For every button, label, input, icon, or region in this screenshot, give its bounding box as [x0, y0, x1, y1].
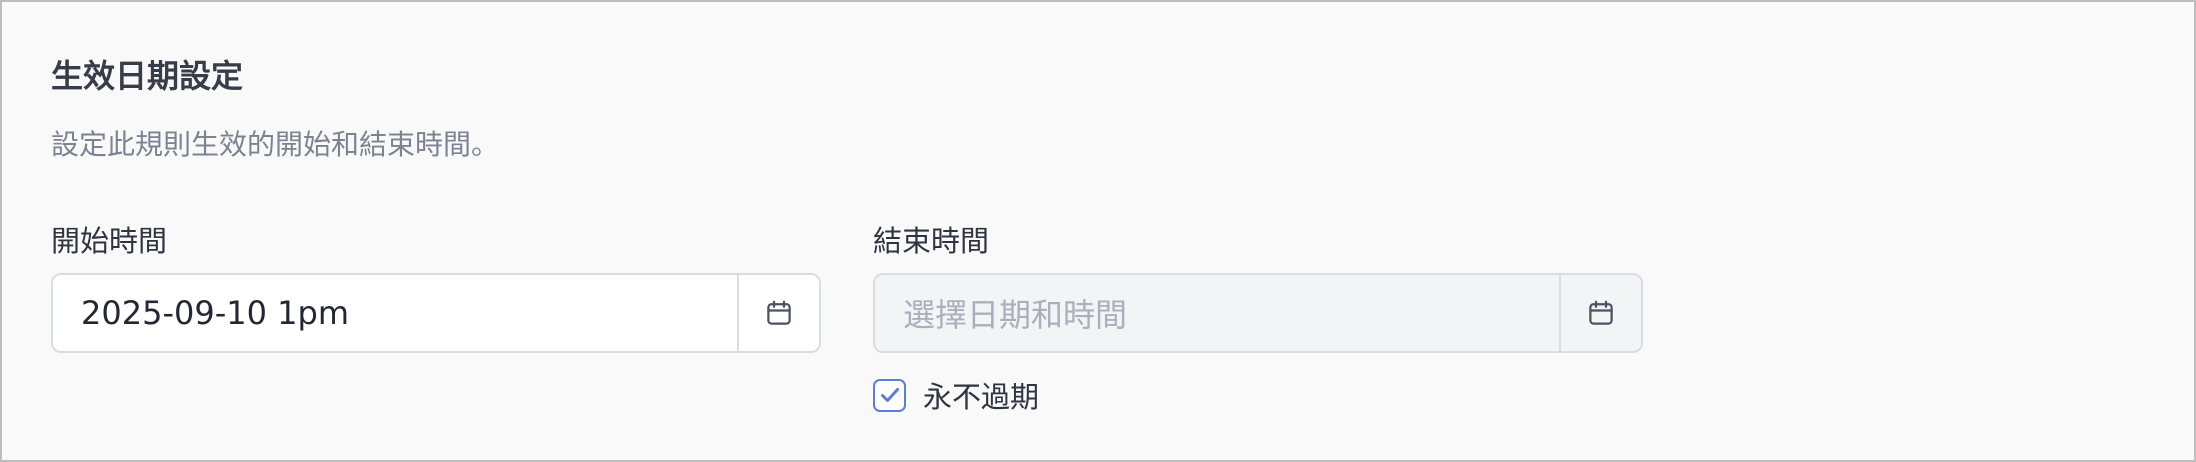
section-description: 設定此規則生效的開始和結束時間。	[51, 128, 500, 161]
start-time-label: 開始時間	[51, 224, 168, 258]
section-title: 生效日期設定	[51, 57, 244, 95]
calendar-icon	[1589, 300, 1613, 325]
start-calendar-button[interactable]	[737, 275, 819, 351]
never-expire-option[interactable]: 永不過期	[873, 375, 1039, 415]
effective-date-panel: 生效日期設定 設定此規則生效的開始和結束時間。 開始時間 2025-09-10 …	[0, 0, 2196, 462]
start-time-input[interactable]: 2025-09-10 1pm	[53, 275, 737, 351]
end-time-field: 選擇日期和時間	[873, 273, 1643, 353]
end-time-label: 結束時間	[873, 224, 990, 258]
never-expire-label[interactable]: 永不過期	[923, 374, 1039, 416]
calendar-icon	[767, 300, 791, 325]
start-time-field: 2025-09-10 1pm	[51, 273, 821, 353]
never-expire-checkbox[interactable]	[873, 378, 906, 412]
end-time-input[interactable]: 選擇日期和時間	[875, 275, 1559, 351]
checkmark-icon	[880, 388, 899, 402]
end-calendar-button[interactable]	[1559, 275, 1641, 351]
